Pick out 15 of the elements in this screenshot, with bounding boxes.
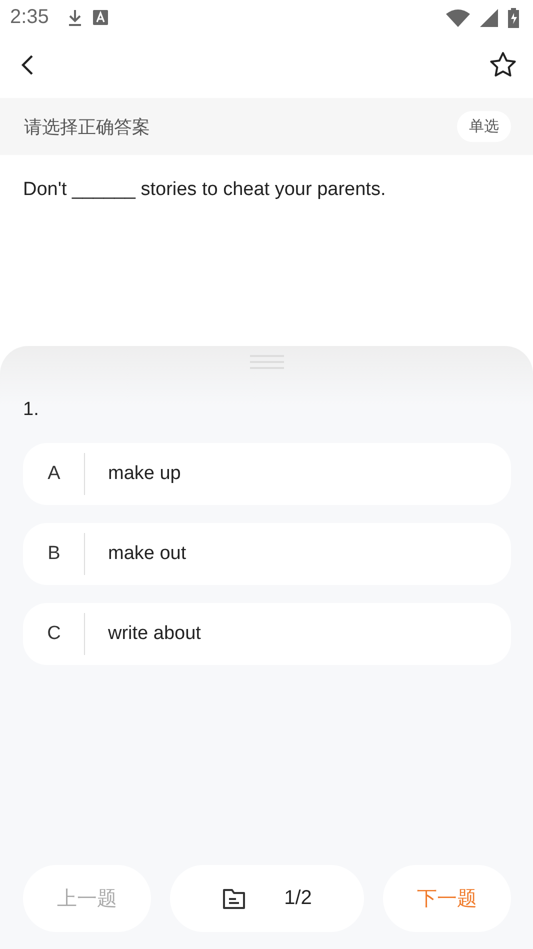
instruction-text: 请选择正确答案 [24,116,150,138]
question-type-badge: 单选 [457,111,511,142]
answer-option[interactable]: A make up [23,443,511,505]
question-text: Don't ______ stories to cheat your parents. [23,179,387,201]
letter-a-icon [92,10,108,25]
download-icon [66,8,83,26]
answer-option[interactable]: C write about [23,603,511,665]
answer-option[interactable]: B make out [23,523,511,585]
wifi-icon [446,8,470,26]
clock: 2:35 [10,6,49,29]
question-number: 1. [23,399,40,421]
answer-card-button[interactable]: 1/2 [170,865,364,932]
battery-icon [508,8,519,28]
signal-icon [480,8,498,26]
card-list-icon [222,886,246,910]
